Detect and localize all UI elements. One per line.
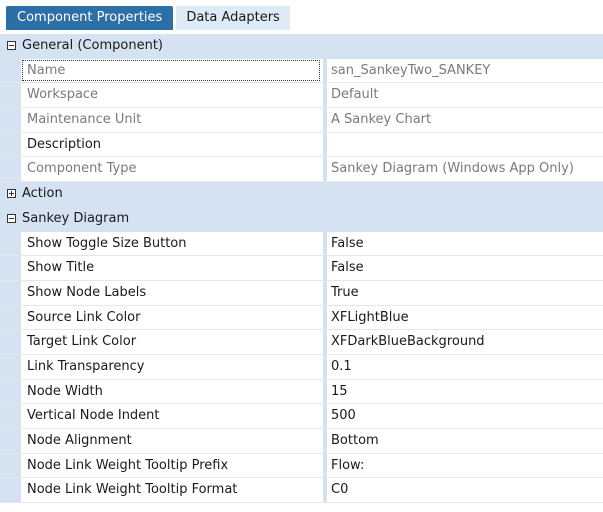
row-gutter <box>0 280 21 305</box>
property-value[interactable]: C0 <box>331 478 348 502</box>
column-divider[interactable] <box>323 354 327 379</box>
property-name[interactable]: Name <box>21 59 321 83</box>
row-gutter <box>0 305 21 330</box>
row-gutter <box>0 478 21 503</box>
tab-strip: Component Properties Data Adapters <box>6 6 290 30</box>
sankey-property-row[interactable]: Node Link Weight Tooltip Prefix Flow: <box>0 453 603 479</box>
property-name[interactable]: Source Link Color <box>21 306 321 330</box>
property-value[interactable]: 15 <box>331 380 348 404</box>
row-gutter <box>0 83 21 108</box>
column-divider[interactable] <box>323 157 327 182</box>
sankey-property-row[interactable]: Vertical Node Indent 500 <box>0 404 603 429</box>
property-value[interactable]: 500 <box>331 404 356 428</box>
tab-component-properties[interactable]: Component Properties <box>6 6 174 30</box>
property-value[interactable]: Bottom <box>331 429 379 453</box>
property-name[interactable]: Link Transparency <box>21 355 321 379</box>
general-property-row[interactable]: Workspace Default <box>0 83 603 109</box>
row-gutter <box>0 453 21 478</box>
column-divider[interactable] <box>323 478 327 503</box>
property-value[interactable]: True <box>331 281 359 305</box>
row-gutter <box>0 256 21 280</box>
property-name[interactable]: Vertical Node Indent <box>21 404 321 428</box>
property-value[interactable]: 0.1 <box>331 355 352 379</box>
column-divider[interactable] <box>323 34 327 59</box>
property-value[interactable]: A Sankey Chart <box>331 108 431 132</box>
sankey-property-row[interactable]: Source Link Color XFLightBlue <box>0 305 603 331</box>
property-value[interactable]: Sankey Diagram (Windows App Only) <box>331 157 574 181</box>
column-divider[interactable] <box>323 280 327 305</box>
property-value[interactable]: False <box>331 232 364 256</box>
general-property-row[interactable]: Maintenance Unit A Sankey Chart <box>0 108 603 133</box>
sankey-property-row[interactable]: Show Node Labels True <box>0 280 603 306</box>
property-name[interactable]: Description <box>21 133 321 157</box>
property-name[interactable]: Component Type <box>21 157 321 181</box>
column-divider[interactable] <box>323 404 327 428</box>
collapse-icon[interactable] <box>7 213 16 223</box>
category-label: Action <box>22 186 63 202</box>
row-gutter <box>0 404 21 428</box>
property-value[interactable]: XFLightBlue <box>331 306 409 330</box>
category-label: General (Component) <box>22 38 163 53</box>
category-general[interactable]: General (Component) <box>0 34 603 59</box>
column-divider[interactable] <box>323 379 327 404</box>
property-value[interactable]: False <box>331 256 364 280</box>
property-value[interactable]: san_SankeyTwo_SANKEY <box>331 59 490 83</box>
general-property-row[interactable]: Component Type Sankey Diagram (Windows Ap… <box>0 157 603 183</box>
property-name[interactable]: Show Node Labels <box>21 281 321 305</box>
row-gutter <box>0 231 21 256</box>
tab-data-adapters[interactable]: Data Adapters <box>176 6 290 30</box>
sankey-property-row[interactable]: Show Toggle Size Button False <box>0 231 603 257</box>
column-divider[interactable] <box>323 330 327 354</box>
sankey-property-row[interactable]: Show Title False <box>0 256 603 281</box>
property-name[interactable]: Node Link Weight Tooltip Prefix <box>21 454 321 478</box>
row-gutter <box>0 330 21 354</box>
row-gutter <box>0 354 21 379</box>
category-sankey-diagram[interactable]: Sankey Diagram <box>0 206 603 232</box>
column-divider[interactable] <box>323 206 327 232</box>
property-name[interactable]: Show Toggle Size Button <box>21 232 321 256</box>
property-name[interactable]: Show Title <box>21 256 321 280</box>
row-gutter <box>0 108 21 132</box>
property-name[interactable]: Target Link Color <box>21 330 321 354</box>
property-name[interactable]: Workspace <box>21 83 321 107</box>
row-gutter <box>0 429 21 453</box>
sankey-property-row[interactable]: Node Link Weight Tooltip Format C0 <box>0 478 603 504</box>
general-property-row[interactable]: Description <box>0 132 603 158</box>
property-name[interactable]: Node Link Weight Tooltip Format <box>21 478 321 502</box>
sankey-property-row[interactable]: Node Alignment Bottom <box>0 429 603 454</box>
property-value[interactable]: Default <box>331 83 379 107</box>
property-name[interactable]: Node Alignment <box>21 429 321 453</box>
sankey-property-row[interactable]: Link Transparency 0.1 <box>0 354 603 380</box>
category-action[interactable]: Action <box>0 182 603 207</box>
sankey-property-row[interactable]: Target Link Color XFDarkBlueBackground <box>0 330 603 355</box>
row-gutter <box>0 379 21 404</box>
column-divider[interactable] <box>323 58 327 83</box>
column-divider[interactable] <box>323 256 327 280</box>
row-gutter <box>0 157 21 182</box>
column-divider[interactable] <box>323 231 327 256</box>
category-label: Sankey Diagram <box>22 210 130 226</box>
column-divider[interactable] <box>323 83 327 108</box>
property-name[interactable]: Node Width <box>21 380 321 404</box>
column-divider[interactable] <box>323 182 327 207</box>
row-gutter <box>0 132 21 157</box>
property-name[interactable]: Maintenance Unit <box>21 108 321 132</box>
general-property-row[interactable]: Name san_SankeyTwo_SANKEY <box>0 58 603 84</box>
property-value[interactable]: Flow: <box>331 454 364 478</box>
column-divider[interactable] <box>323 108 327 132</box>
column-divider[interactable] <box>323 132 327 157</box>
column-divider[interactable] <box>323 429 327 453</box>
column-divider[interactable] <box>323 305 327 330</box>
column-divider[interactable] <box>323 453 327 478</box>
expand-icon[interactable] <box>7 189 16 199</box>
property-grid: General (Component) Name san_SankeyTwo_SA… <box>0 34 603 504</box>
property-value[interactable]: XFDarkBlueBackground <box>331 330 485 354</box>
collapse-icon[interactable] <box>7 41 16 50</box>
row-gutter <box>0 58 21 83</box>
sankey-property-row[interactable]: Node Width 15 <box>0 379 603 405</box>
